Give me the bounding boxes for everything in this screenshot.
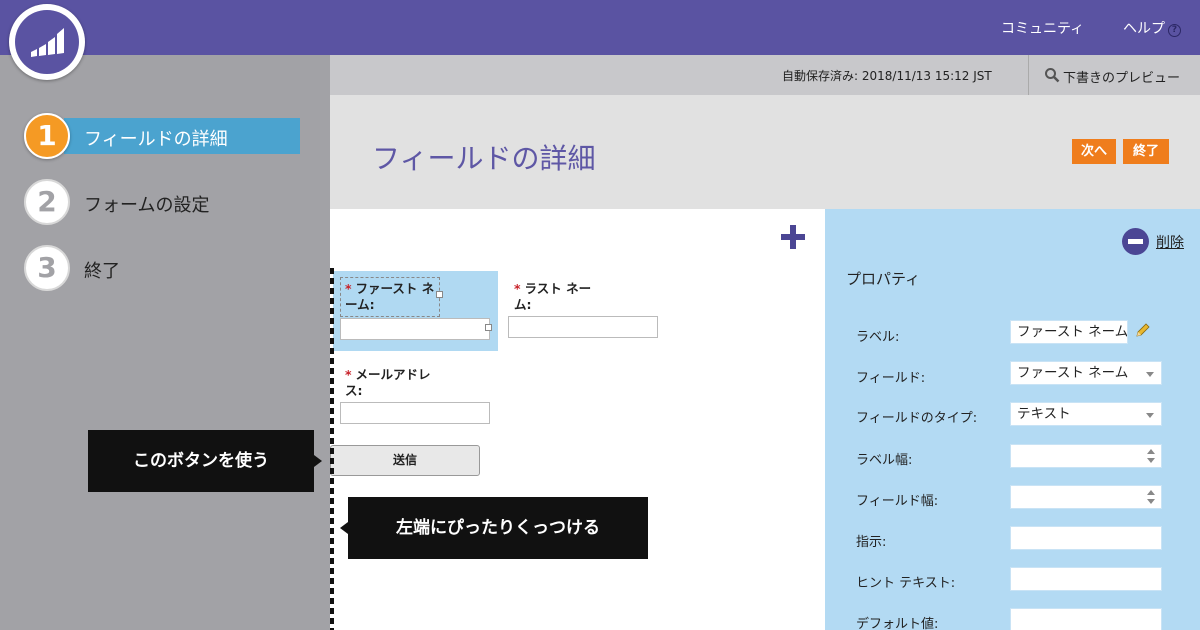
required-mark: * — [345, 367, 352, 382]
logo[interactable] — [9, 4, 85, 80]
sidebar-step-3[interactable]: 3 終了 — [24, 245, 324, 291]
prop-label-label: ラベル: — [856, 330, 900, 345]
resize-handle[interactable] — [436, 291, 443, 298]
autosave-status: 自動保存済み: 2018/11/13 15:12 JST — [782, 69, 992, 83]
first-name-label-line2: ーム: — [345, 297, 375, 312]
field-width-input[interactable] — [1010, 485, 1162, 509]
default-value-input[interactable] — [1010, 608, 1162, 630]
prop-hint-text-label: ヒント テキスト: — [856, 576, 956, 591]
sidebar-step-1[interactable]: フィールドの詳細 1 — [24, 113, 324, 159]
help-link[interactable]: ヘルプ? — [1123, 18, 1181, 38]
top-bar: コミュニティ ヘルプ? — [0, 0, 1200, 55]
delete-link[interactable]: 削除 — [1156, 232, 1184, 252]
help-icon: ? — [1168, 24, 1181, 37]
prop-field-type-label: フィールドのタイプ: — [856, 411, 978, 426]
hint-text-input[interactable] — [1010, 567, 1162, 591]
preview-label: 下書きのプレビュー — [1063, 71, 1181, 86]
first-name-label-line1: ファースト ネ — [355, 281, 435, 296]
first-name-input[interactable] — [340, 318, 490, 340]
resize-handle[interactable] — [485, 324, 492, 331]
label-input[interactable]: ファースト ネーム — [1010, 320, 1128, 344]
label-width-input[interactable] — [1010, 444, 1162, 468]
step-1-label: フィールドの詳細 — [84, 129, 228, 150]
community-link[interactable]: コミュニティ — [1001, 18, 1084, 38]
step-3-label: 終了 — [84, 261, 120, 282]
email-label-line1: メールアドレ — [355, 367, 431, 382]
field-select[interactable]: ファースト ネーム — [1010, 361, 1162, 385]
prop-instructions-label: 指示: — [856, 535, 887, 550]
logo-mark-icon — [15, 10, 79, 74]
autosave-bar: 自動保存済み: 2018/11/13 15:12 JST 下書きのプレビュー — [330, 55, 1200, 95]
step-2-number: 2 — [24, 179, 70, 225]
submit-button[interactable]: 送信 — [330, 445, 480, 476]
spinner-arrows-icon[interactable] — [1147, 490, 1155, 504]
prop-label-width-label: ラベル幅: — [856, 453, 913, 468]
field-type-select[interactable]: テキスト — [1010, 402, 1162, 426]
title-bar: フィールドの詳細 次へ 終了 — [330, 95, 1200, 209]
page-title: フィールドの詳細 — [372, 142, 596, 175]
help-label: ヘルプ — [1123, 21, 1165, 37]
last-name-label-line2: ム: — [514, 297, 532, 312]
email-label-line2: ス: — [345, 383, 363, 398]
email-input[interactable] — [340, 402, 490, 424]
required-mark: * — [345, 281, 352, 296]
properties-title: プロパティ — [846, 270, 921, 288]
active-step-highlight: フィールドの詳細 — [64, 118, 300, 154]
last-name-label-line1: ラスト ネー — [524, 281, 592, 296]
first-name-label: * ファースト ネ ーム: — [345, 281, 434, 313]
callout-use-button: このボタンを使う — [88, 430, 322, 492]
next-button[interactable]: 次へ — [1072, 139, 1116, 164]
preview-draft-button[interactable]: 下書きのプレビュー — [1028, 55, 1200, 95]
finish-button[interactable]: 終了 — [1123, 139, 1169, 164]
magnifier-icon — [1045, 68, 1060, 83]
properties-panel: 削除 プロパティ ラベル: ファースト ネーム フィールド: ファースト ネーム… — [825, 209, 1200, 630]
instructions-input[interactable] — [1010, 526, 1162, 550]
last-name-label: * ラスト ネー ム: — [514, 281, 591, 313]
step-2-label: フォームの設定 — [84, 195, 210, 216]
last-name-input[interactable] — [508, 316, 658, 338]
prop-field-width-label: フィールド幅: — [856, 494, 939, 509]
prop-field-label: フィールド: — [856, 371, 926, 386]
add-field-icon[interactable] — [780, 224, 806, 250]
prop-default-value-label: デフォルト値: — [856, 617, 939, 630]
form-left-edge-guide — [330, 268, 334, 630]
spinner-arrows-icon[interactable] — [1147, 449, 1155, 463]
step-1-number: 1 — [24, 113, 70, 159]
callout-stick-left: 左端にぴったりくっつける — [340, 497, 648, 559]
email-label: * メールアドレ ス: — [345, 367, 431, 399]
sidebar-step-2[interactable]: 2 フォームの設定 — [24, 179, 324, 225]
required-mark: * — [514, 281, 521, 296]
pencil-icon[interactable] — [1135, 322, 1151, 338]
delete-icon[interactable] — [1122, 228, 1149, 255]
sidebar: フィールドの詳細 1 2 フォームの設定 3 終了 — [0, 55, 330, 630]
step-3-number: 3 — [24, 245, 70, 291]
